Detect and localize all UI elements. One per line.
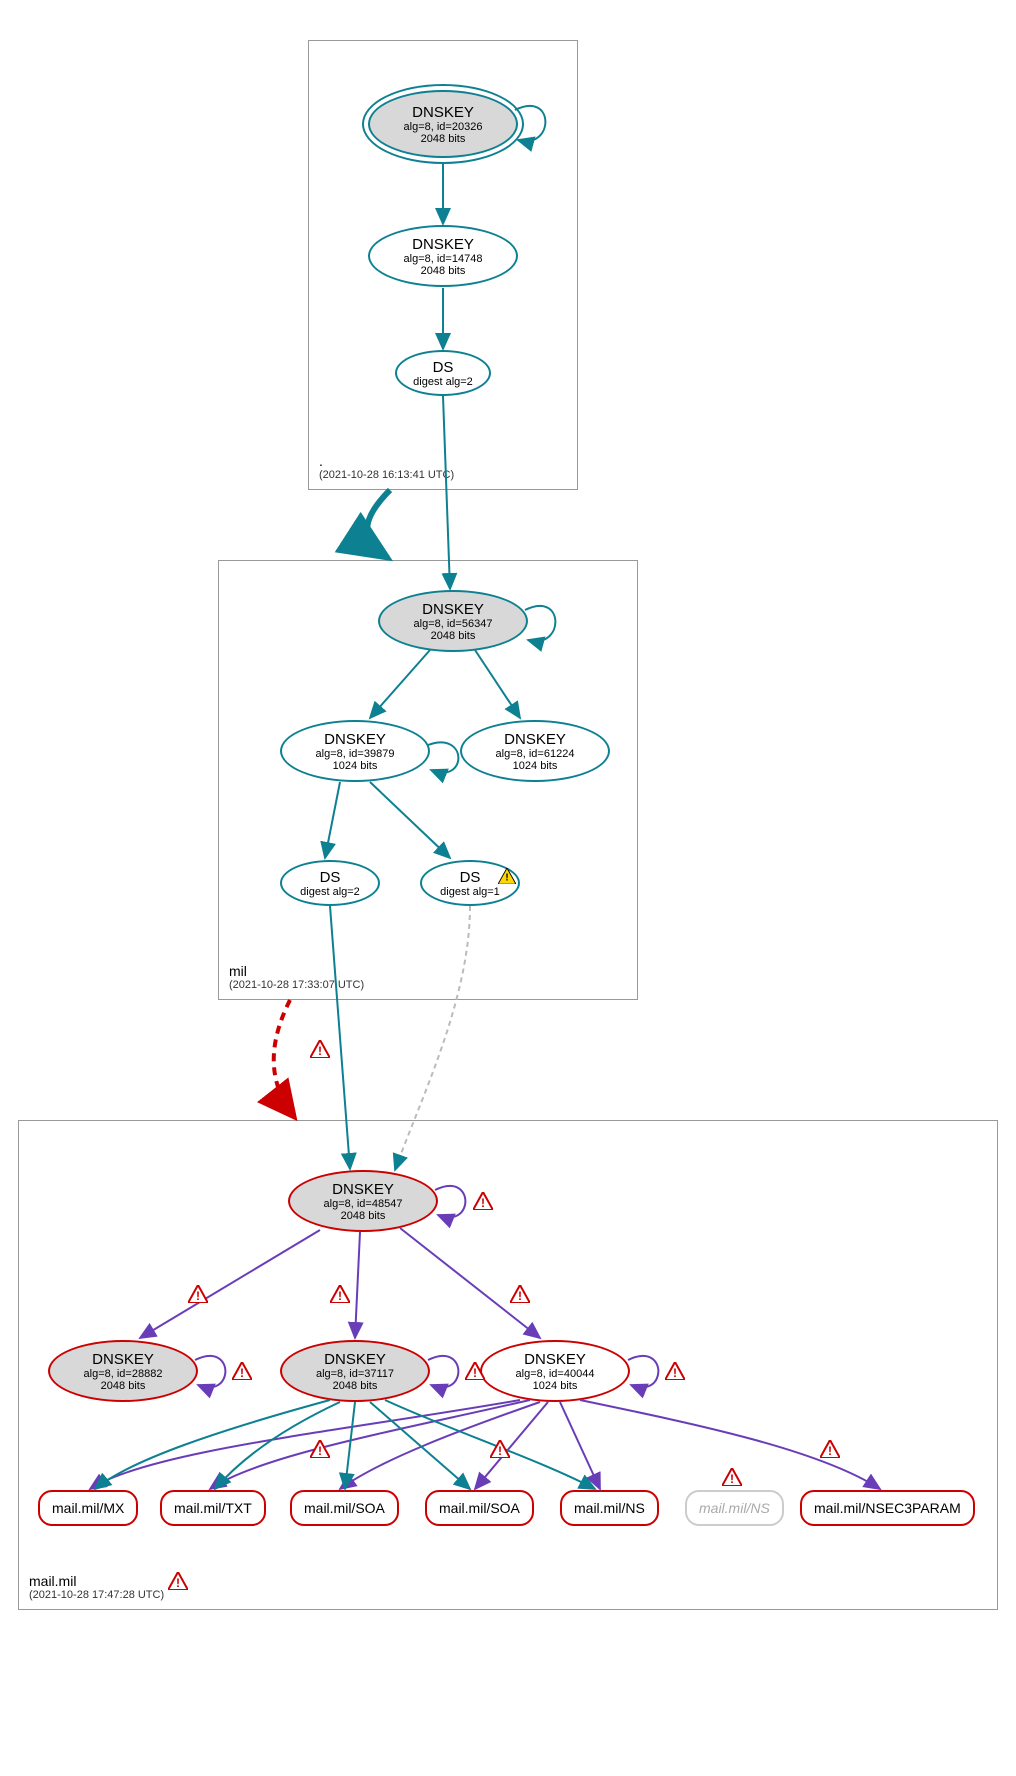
s1: alg=8, id=37117 (316, 1368, 394, 1380)
mil-zsk1[interactable]: DNSKEY alg=8, id=39879 1024 bits (280, 720, 430, 782)
svg-text:!: ! (673, 1366, 677, 1380)
rr-mx[interactable]: mail.mil/MX (38, 1490, 138, 1526)
l: mail.mil/NSEC3PARAM (814, 1500, 961, 1516)
error-icon: ! (330, 1285, 350, 1303)
s2: 2048 bits (421, 265, 466, 277)
svg-text:!: ! (518, 1289, 522, 1303)
title: DNSKEY (412, 104, 474, 121)
l: mail.mil/TXT (174, 1500, 252, 1516)
l: mail.mil/SOA (304, 1500, 385, 1516)
s1: alg=8, id=56347 (414, 618, 493, 630)
mailmil-k1[interactable]: DNSKEY alg=8, id=28882 2048 bits (48, 1340, 198, 1402)
svg-text:!: ! (473, 1366, 477, 1380)
svg-text:!: ! (828, 1444, 832, 1458)
error-icon: ! (490, 1440, 510, 1458)
s2: 1024 bits (333, 760, 378, 772)
s1: digest alg=2 (300, 886, 360, 898)
s2: 2048 bits (421, 133, 466, 145)
title: DNSKEY (524, 1351, 586, 1368)
mil-zsk2[interactable]: DNSKEY alg=8, id=61224 1024 bits (460, 720, 610, 782)
s2: 1024 bits (513, 760, 558, 772)
svg-text:!: ! (505, 873, 508, 884)
zone-mailmil-label: mail.mil (2021-10-28 17:47:28 UTC) (29, 1573, 164, 1601)
rr-nsec3[interactable]: mail.mil/NSEC3PARAM (800, 1490, 975, 1526)
s1: alg=8, id=28882 (84, 1368, 163, 1380)
rr-txt[interactable]: mail.mil/TXT (160, 1490, 266, 1526)
l: mail.mil/MX (52, 1500, 124, 1516)
zone-mailmil-ts: (2021-10-28 17:47:28 UTC) (29, 1589, 164, 1601)
mil-ds2[interactable]: DS digest alg=2 (280, 860, 380, 906)
l: mail.mil/NS (574, 1500, 645, 1516)
zone-root-label: . (2021-10-28 16:13:41 UTC) (319, 453, 454, 481)
zone-mailmil-name: mail.mil (29, 1573, 164, 1589)
root-ds[interactable]: DS digest alg=2 (395, 350, 491, 396)
s1: alg=8, id=14748 (404, 253, 483, 265)
error-icon: ! (473, 1192, 493, 1210)
error-icon: ! (820, 1440, 840, 1458)
s2: 2048 bits (333, 1380, 378, 1392)
error-icon: ! (188, 1285, 208, 1303)
title: DNSKEY (504, 731, 566, 748)
l: mail.mil/NS (699, 1500, 770, 1516)
error-icon: ! (310, 1440, 330, 1458)
error-icon: ! (310, 1040, 330, 1058)
zone-mil-name: mil (229, 963, 364, 979)
zone-root-name: . (319, 453, 454, 469)
s1: digest alg=1 (440, 886, 500, 898)
title: DNSKEY (422, 601, 484, 618)
zone-root-ts: (2021-10-28 16:13:41 UTC) (319, 469, 454, 481)
svg-text:!: ! (196, 1289, 200, 1303)
mailmil-k3[interactable]: DNSKEY alg=8, id=40044 1024 bits (480, 1340, 630, 1402)
svg-text:!: ! (730, 1472, 734, 1486)
error-icon: ! (232, 1362, 252, 1380)
s1: alg=8, id=48547 (324, 1198, 403, 1210)
warning-icon: ! (498, 868, 516, 884)
mailmil-k2[interactable]: DNSKEY alg=8, id=37117 2048 bits (280, 1340, 430, 1402)
svg-text:!: ! (240, 1366, 244, 1380)
svg-text:!: ! (498, 1444, 502, 1458)
title: DNSKEY (324, 731, 386, 748)
error-icon: ! (510, 1285, 530, 1303)
s2: 2048 bits (101, 1380, 146, 1392)
svg-text:!: ! (318, 1044, 322, 1058)
title: DNSKEY (412, 236, 474, 253)
mailmil-ksk[interactable]: DNSKEY alg=8, id=48547 2048 bits (288, 1170, 438, 1232)
s1: digest alg=2 (413, 376, 473, 388)
title: DS (320, 869, 341, 886)
title: DS (460, 869, 481, 886)
error-icon: ! (168, 1572, 188, 1590)
zone-mil-label: mil (2021-10-28 17:33:07 UTC) (229, 963, 364, 991)
svg-text:!: ! (176, 1576, 180, 1590)
title: DNSKEY (332, 1181, 394, 1198)
s2: 2048 bits (341, 1210, 386, 1222)
error-icon: ! (665, 1362, 685, 1380)
title: DNSKEY (324, 1351, 386, 1368)
s1: alg=8, id=20326 (404, 121, 483, 133)
s1: alg=8, id=39879 (316, 748, 395, 760)
mil-ksk[interactable]: DNSKEY alg=8, id=56347 2048 bits (378, 590, 528, 652)
root-ksk[interactable]: DNSKEY alg=8, id=20326 2048 bits (368, 90, 518, 158)
svg-text:!: ! (318, 1444, 322, 1458)
root-zsk[interactable]: DNSKEY alg=8, id=14748 2048 bits (368, 225, 518, 287)
s1: alg=8, id=61224 (496, 748, 575, 760)
rr-soa1[interactable]: mail.mil/SOA (290, 1490, 399, 1526)
s2: 1024 bits (533, 1380, 578, 1392)
s2: 2048 bits (431, 630, 476, 642)
zone-mil-ts: (2021-10-28 17:33:07 UTC) (229, 979, 364, 991)
title: DNSKEY (92, 1351, 154, 1368)
l: mail.mil/SOA (439, 1500, 520, 1516)
rr-ns2[interactable]: mail.mil/NS (685, 1490, 784, 1526)
rr-ns[interactable]: mail.mil/NS (560, 1490, 659, 1526)
svg-text:!: ! (338, 1289, 342, 1303)
error-icon: ! (722, 1468, 742, 1486)
error-icon: ! (465, 1362, 485, 1380)
svg-text:!: ! (481, 1196, 485, 1210)
rr-soa2[interactable]: mail.mil/SOA (425, 1490, 534, 1526)
s1: alg=8, id=40044 (516, 1368, 595, 1380)
title: DS (433, 359, 454, 376)
